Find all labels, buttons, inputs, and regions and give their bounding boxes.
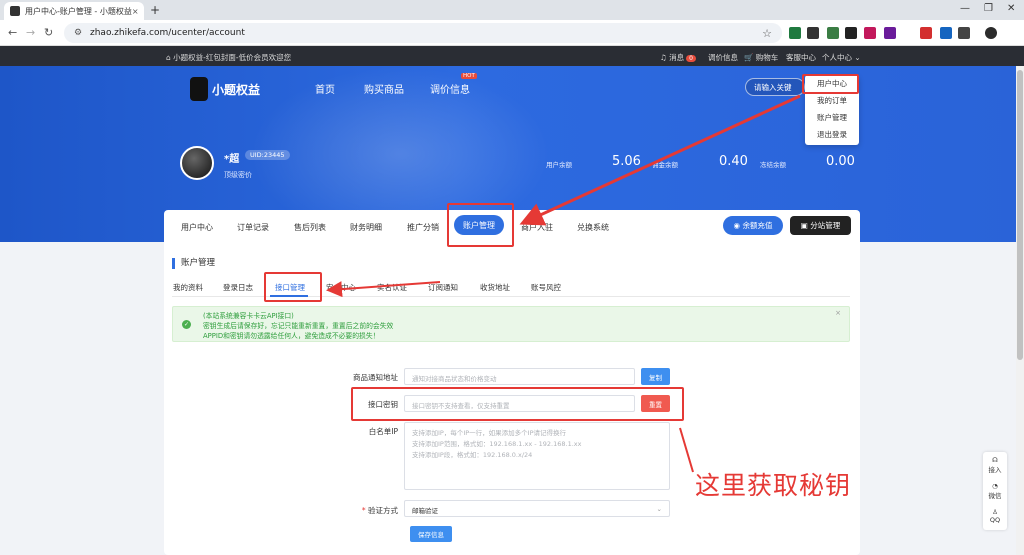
annotation-arrows — [326, 94, 801, 473]
page-scrollbar[interactable] — [1016, 66, 1024, 555]
annotation-arrow — [326, 281, 441, 298]
qq-icon: ♙ — [992, 508, 998, 516]
headset-icon: ☊ — [992, 456, 998, 464]
wechat-button[interactable]: ◔ 微信 — [983, 478, 1007, 504]
wechat-icon: ◔ — [992, 482, 998, 490]
scrollbar-thumb[interactable] — [1017, 70, 1023, 360]
side-contact-widget: ☊ 接入 ◔ 微信 ♙ QQ — [983, 452, 1007, 530]
access-button[interactable]: ☊ 接入 — [983, 452, 1007, 478]
annotation-text: 这里获取秘钥 — [695, 471, 852, 500]
annotation-arrow — [519, 94, 801, 226]
annotation-arrow — [679, 427, 694, 473]
qq-button[interactable]: ♙ QQ — [983, 504, 1007, 530]
